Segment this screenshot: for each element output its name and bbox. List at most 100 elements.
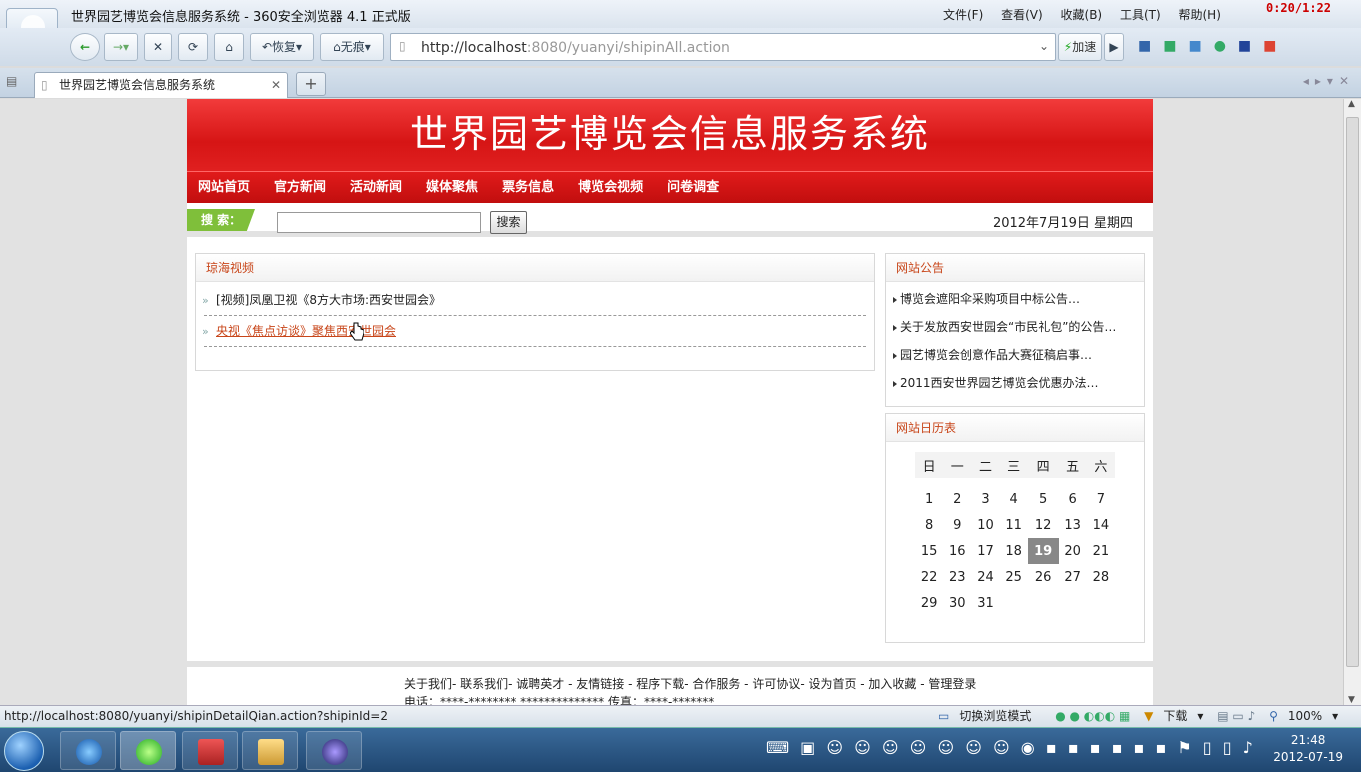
zoom-value: 100% bbox=[1287, 709, 1323, 723]
restore-button[interactable]: ↶恢复▾ bbox=[250, 33, 314, 61]
calendar-day[interactable]: 12 bbox=[1028, 512, 1059, 538]
nav-tickets[interactable]: 票务信息 bbox=[502, 172, 554, 204]
calendar-day[interactable]: 3 bbox=[971, 486, 999, 512]
scroll-up-icon[interactable]: ▲ bbox=[1348, 99, 1355, 109]
search-label: 搜 索： bbox=[187, 209, 255, 231]
calendar-body: 1234567 8 9 10 11 12 13 14 15 16 17 18 19 20 21 22 23… bbox=[915, 478, 1115, 616]
window-title: 世界园艺博览会信息服务系统 - 360安全浏览器 4.1 正式版 bbox=[71, 10, 411, 25]
weekday-sun: 日 bbox=[922, 459, 936, 475]
tab-scroll-icons[interactable]: ◂▸▾✕ bbox=[1303, 74, 1355, 88]
nav-media[interactable]: 媒体聚焦 bbox=[426, 172, 478, 204]
calendar-day[interactable]: 22 bbox=[915, 564, 943, 590]
calendar-day[interactable]: 14 bbox=[1087, 512, 1115, 538]
taskbar-360browser[interactable] bbox=[120, 731, 176, 770]
calendar-day[interactable]: 1 bbox=[915, 486, 943, 512]
status-icons[interactable]: ● ● ◐◐◐ ▦ bbox=[1055, 709, 1130, 723]
taskbar-toolbox[interactable] bbox=[182, 731, 238, 770]
search-input[interactable] bbox=[277, 212, 481, 233]
incognito-icon: ⌂ bbox=[333, 40, 341, 54]
page-scrollbar[interactable]: ▲ ▼ bbox=[1343, 99, 1361, 705]
calendar-day[interactable]: 5 bbox=[1028, 486, 1059, 512]
nav-activity-news[interactable]: 活动新闻 bbox=[350, 172, 402, 204]
home-button[interactable]: ⌂ bbox=[214, 33, 244, 61]
refresh-button[interactable]: ⟳ bbox=[178, 33, 208, 61]
calendar-day[interactable]: 8 bbox=[915, 512, 943, 538]
start-button[interactable] bbox=[4, 731, 44, 771]
calendar-day[interactable]: 25 bbox=[1000, 564, 1028, 590]
calendar-day[interactable]: 15 bbox=[915, 538, 943, 564]
calendar-day[interactable]: 4 bbox=[1000, 486, 1028, 512]
video-item-hover[interactable]: 央视《焦点访谈》聚焦西安世园会 bbox=[202, 316, 866, 347]
calendar-day[interactable]: 2 bbox=[943, 486, 971, 512]
calendar-day[interactable]: 11 bbox=[1000, 512, 1028, 538]
menu-file[interactable]: 文件(F) bbox=[943, 8, 983, 22]
calendar-day[interactable]: 23 bbox=[943, 564, 971, 590]
menu-help[interactable]: 帮助(H) bbox=[1178, 8, 1220, 22]
calendar-day[interactable]: 6 bbox=[1059, 486, 1087, 512]
calendar-day[interactable]: 10 bbox=[971, 512, 999, 538]
nav-videos[interactable]: 博览会视频 bbox=[578, 172, 643, 204]
calendar-day[interactable]: 16 bbox=[943, 538, 971, 564]
calendar-day bbox=[1028, 590, 1059, 616]
menu-view[interactable]: 查看(V) bbox=[1001, 8, 1043, 22]
calendar-day[interactable]: 21 bbox=[1087, 538, 1115, 564]
taskbar-ie[interactable] bbox=[60, 731, 116, 770]
notice-item[interactable]: 园艺博览会创意作品大赛征稿启事… bbox=[886, 341, 1144, 369]
nav-survey[interactable]: 问卷调查 bbox=[667, 172, 719, 204]
speed-button[interactable]: ⚡加速 bbox=[1058, 33, 1102, 61]
home-icon: ⌂ bbox=[225, 40, 233, 54]
zoom-control[interactable]: ⚲ 100% ▾ bbox=[1269, 709, 1338, 723]
notice-item[interactable]: 关于发放西安世园会“市民礼包”的公告… bbox=[886, 313, 1144, 341]
system-tray[interactable]: ⌨ ▣ ☺ ☺ ☺ ☺ ☺ ☺ ☺ ◉ ▪ ▪ ▪ ▪ ▪ ▪ ⚑ ▯ ▯ ♪ bbox=[766, 738, 1256, 757]
search-button[interactable]: 搜索 bbox=[490, 211, 527, 234]
calendar-day[interactable]: 18 bbox=[1000, 538, 1028, 564]
video-item[interactable]: [视频]凤凰卫视《8方大市场:西安世园会》 bbox=[202, 285, 866, 316]
scroll-down-icon[interactable]: ▼ bbox=[1348, 695, 1355, 705]
calendar-day[interactable]: 24 bbox=[971, 564, 999, 590]
taskbar-explorer[interactable] bbox=[242, 731, 298, 770]
calendar-day[interactable]: 27 bbox=[1059, 564, 1087, 590]
nav-official-news[interactable]: 官方新闻 bbox=[274, 172, 326, 204]
calendar-day[interactable]: 29 bbox=[915, 590, 943, 616]
calendar-day[interactable]: 7 bbox=[1087, 486, 1115, 512]
calendar-day-today[interactable]: 19 bbox=[1027, 538, 1059, 564]
video-panel: 琼海视频 [视频]凤凰卫视《8方大市场:西安世园会》 央视《焦点访谈》聚焦西安世… bbox=[195, 253, 875, 371]
scroll-thumb[interactable] bbox=[1346, 117, 1359, 667]
download-button[interactable]: ▼ 下载 ▾ bbox=[1144, 709, 1203, 723]
calendar-day[interactable]: 9 bbox=[943, 512, 971, 538]
menu-favorites[interactable]: 收藏(B) bbox=[1061, 8, 1103, 22]
taskbar-eclipse[interactable] bbox=[306, 731, 362, 770]
system-clock[interactable]: 21:48 2012-07-19 bbox=[1273, 732, 1343, 766]
page-icon: ▯ bbox=[41, 78, 48, 92]
go-button[interactable]: ▶ bbox=[1104, 33, 1124, 61]
stop-button[interactable]: ✕ bbox=[144, 33, 172, 61]
restore-label: 恢复 bbox=[272, 40, 297, 54]
tab-current[interactable]: ▯ 世界园艺博览会信息服务系统 ✕ bbox=[34, 72, 288, 98]
new-tab-button[interactable]: + bbox=[296, 72, 326, 96]
notice-item[interactable]: 博览会遮阳伞采购项目中标公告… bbox=[886, 285, 1144, 313]
footer-links[interactable]: 关于我们- 联系我们- 诚聘英才 - 友情链接 - 程序下载- 合作服务 - 许… bbox=[404, 675, 976, 692]
extension-icons[interactable]: ■■■●■■ bbox=[1138, 38, 1288, 54]
sidebar-toggle-icon[interactable]: ▤ bbox=[6, 74, 17, 88]
dropdown-icon[interactable]: ⌄ bbox=[1039, 39, 1049, 53]
notice-item[interactable]: 2011西安世界园艺博览会优惠办法… bbox=[886, 369, 1144, 397]
address-bar[interactable]: ▯ http://localhost:8080/yuanyi/shipinAll… bbox=[390, 33, 1056, 61]
misc-status-icons[interactable]: ▤ ▭ ♪ bbox=[1217, 709, 1255, 723]
calendar-day[interactable]: 28 bbox=[1087, 564, 1115, 590]
calendar-day[interactable]: 17 bbox=[971, 538, 999, 564]
incognito-button[interactable]: ⌂无痕▾ bbox=[320, 33, 384, 61]
calendar-day[interactable]: 13 bbox=[1059, 512, 1087, 538]
site-footer: 关于我们- 联系我们- 诚聘英才 - 友情链接 - 程序下载- 合作服务 - 许… bbox=[187, 661, 1153, 705]
close-icon[interactable]: ✕ bbox=[271, 73, 281, 97]
back-button[interactable]: ← bbox=[70, 33, 100, 61]
calendar-day[interactable]: 26 bbox=[1028, 564, 1059, 590]
nav-home[interactable]: 网站首页 bbox=[198, 172, 250, 204]
forward-button[interactable]: →▾ bbox=[104, 33, 138, 61]
calendar-day[interactable]: 31 bbox=[971, 590, 999, 616]
menu-tools[interactable]: 工具(T) bbox=[1120, 8, 1161, 22]
apps-icon: ● bbox=[1213, 38, 1238, 54]
calendar-day[interactable]: 30 bbox=[943, 590, 971, 616]
calendar-day[interactable]: 20 bbox=[1059, 538, 1087, 564]
weekday-tue: 二 bbox=[978, 459, 992, 475]
browse-mode-button[interactable]: ▭ 切换浏览模式 bbox=[938, 709, 1041, 723]
